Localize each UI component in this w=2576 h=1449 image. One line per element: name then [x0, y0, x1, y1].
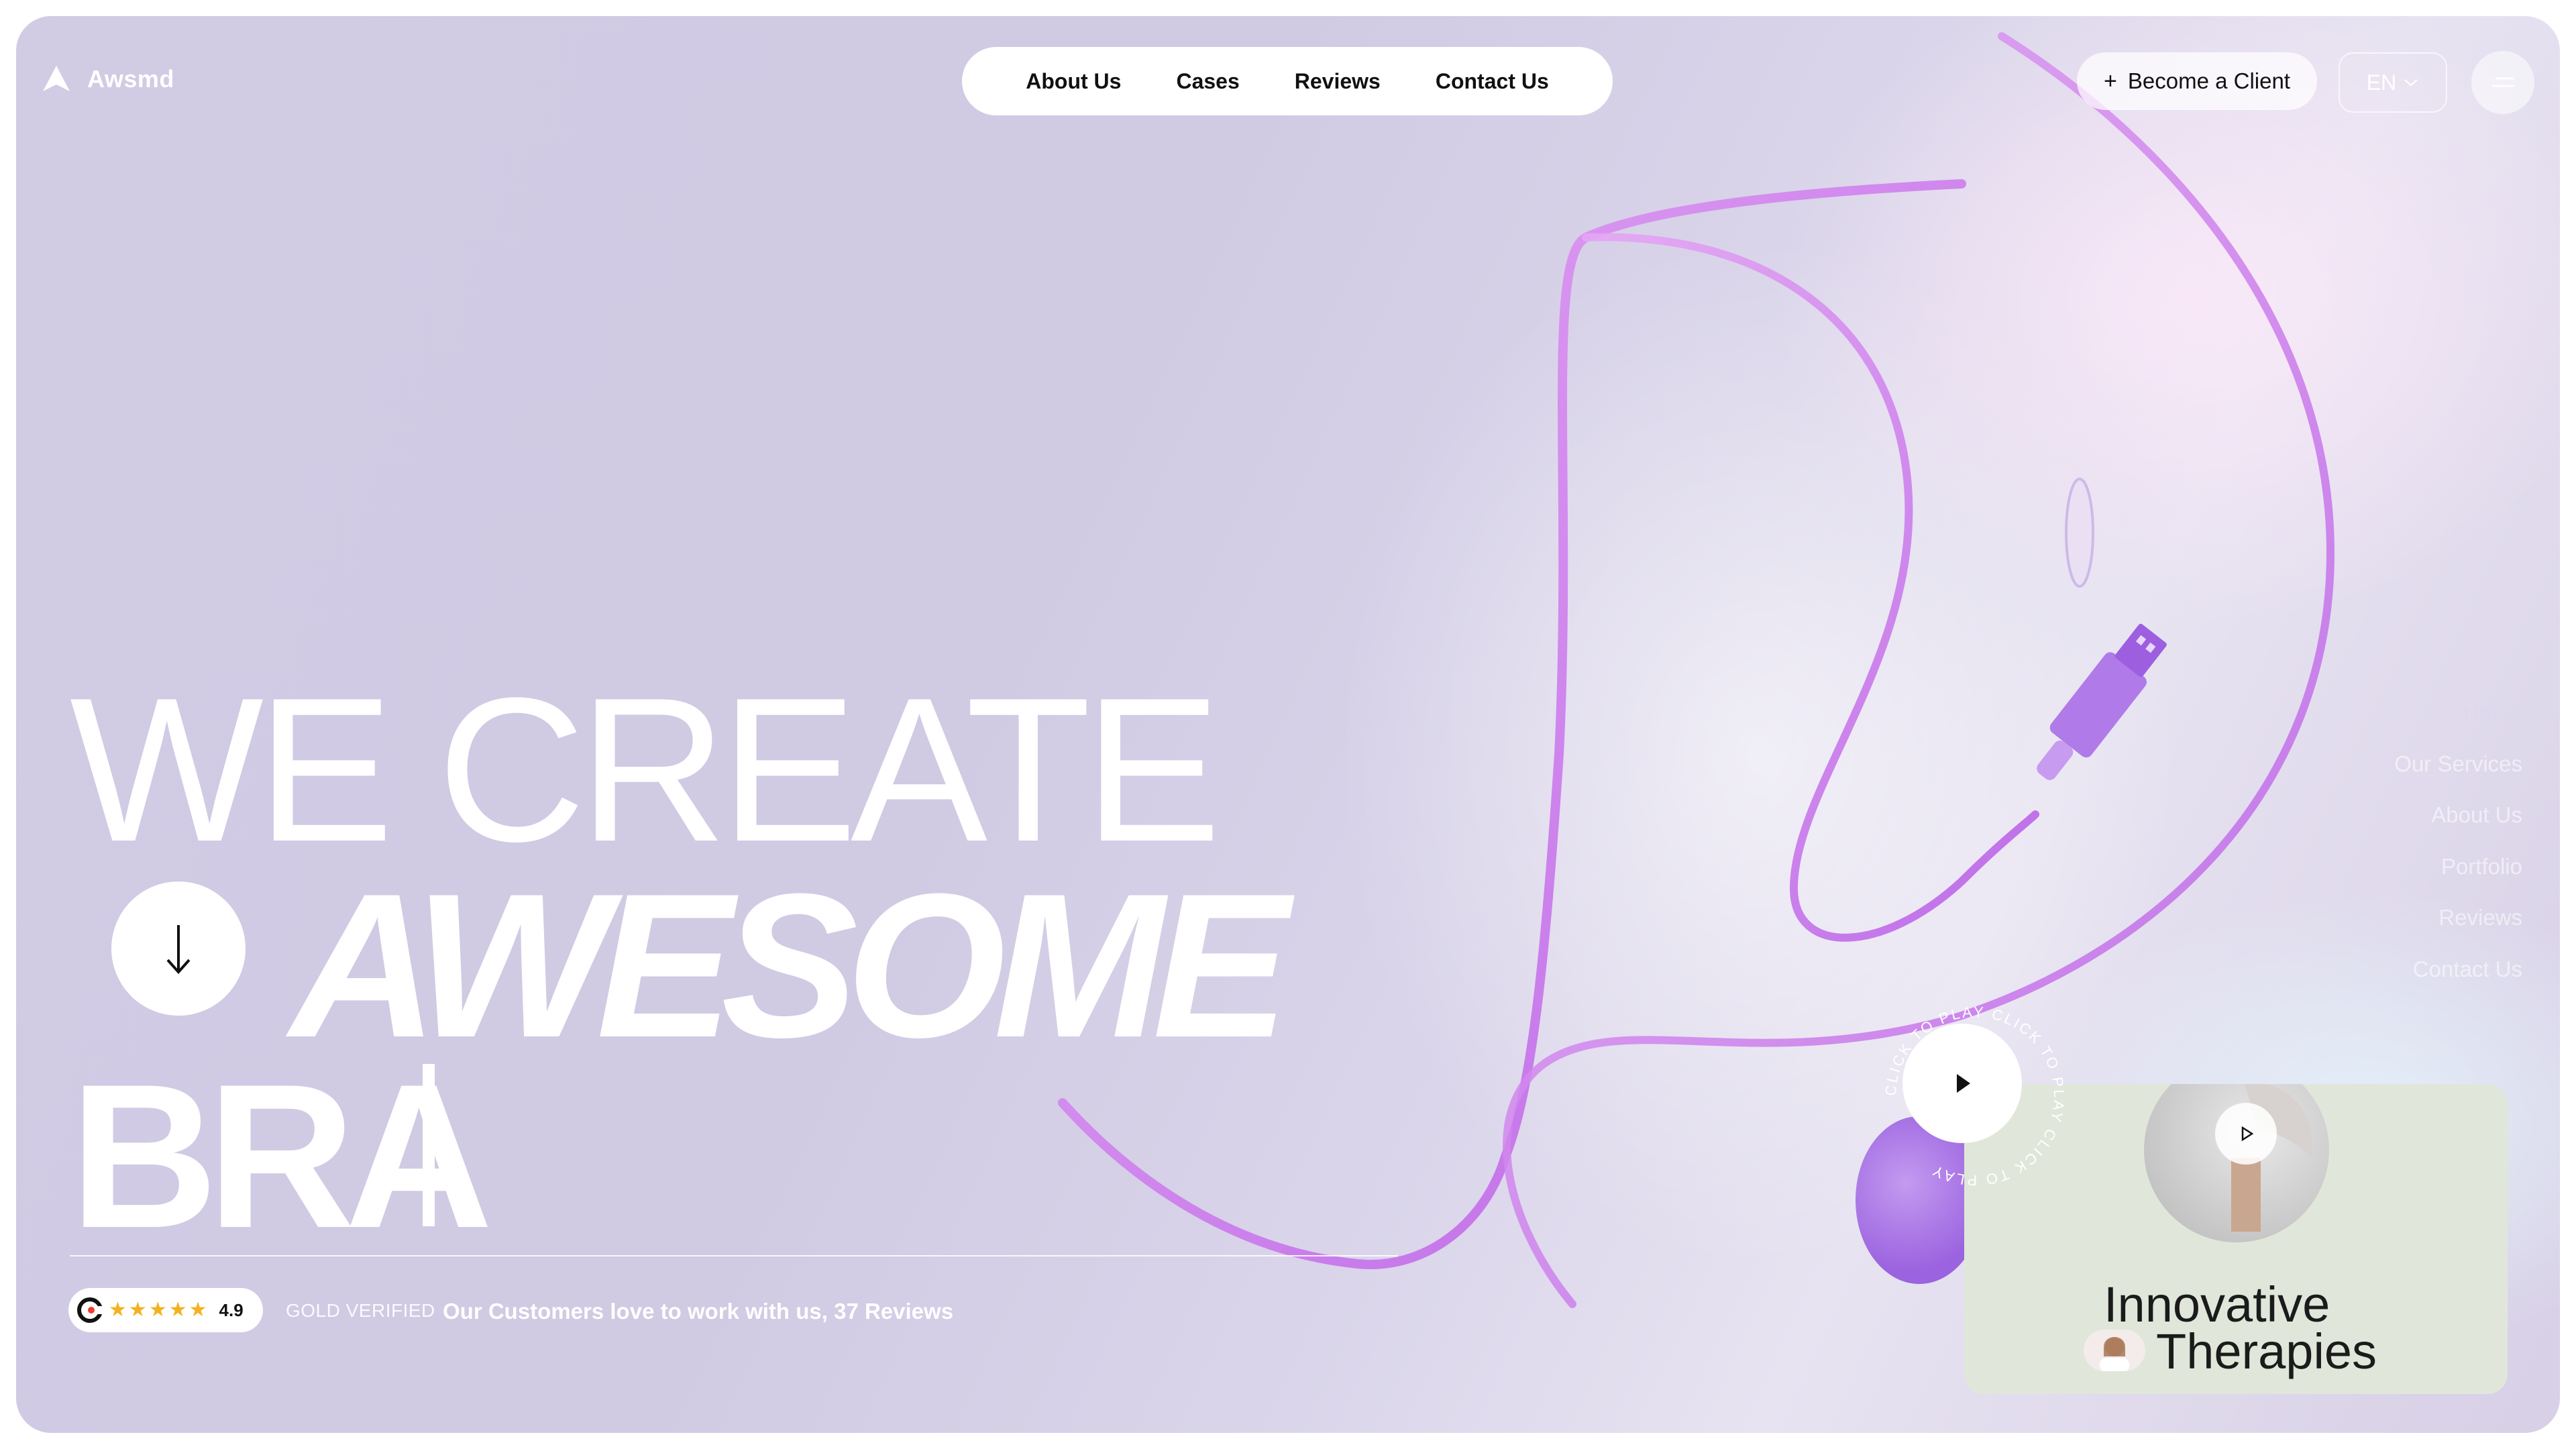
nav-item-about-us[interactable]: About Us — [1026, 69, 1121, 94]
gold-verified-label: GOLD VERIFIED — [286, 1300, 435, 1321]
hero-heading-line-1: WE CREATE — [70, 655, 1221, 884]
arrow-down-icon — [166, 925, 191, 975]
play-video-button[interactable] — [1902, 1024, 2022, 1143]
scroll-down-button[interactable] — [111, 881, 246, 1016]
star-icon: ★ — [168, 1299, 187, 1321]
side-nav-item-our-services[interactable]: Our Services — [2324, 739, 2522, 790]
star-icon: ★ — [109, 1299, 127, 1321]
typing-cursor — [423, 1064, 435, 1226]
nav-item-cases[interactable]: Cases — [1176, 69, 1239, 94]
language-label: EN — [2366, 70, 2397, 95]
become-client-label: Become a Client — [2127, 68, 2290, 93]
card-play-button[interactable] — [2215, 1103, 2277, 1165]
chevron-down-icon — [2404, 79, 2418, 87]
nav-item-contact-us[interactable]: Contact Us — [1436, 69, 1549, 94]
card-title-line-1: Innovative — [2104, 1277, 2330, 1332]
side-nav-item-contact-us[interactable]: Contact Us — [2324, 944, 2522, 996]
side-nav-item-portfolio[interactable]: Portfolio — [2324, 841, 2522, 893]
menu-button[interactable] — [2471, 51, 2534, 114]
avatar — [2084, 1330, 2145, 1371]
rating-badge[interactable]: ★ ★ ★ ★ ★ 4.9 — [68, 1288, 263, 1332]
side-nav-item-reviews[interactable]: Reviews — [2324, 892, 2522, 944]
hero-section: Awsmd About Us Cases Reviews Contact Us … — [16, 16, 2560, 1433]
logo-icon — [43, 66, 70, 91]
rating-score: 4.9 — [219, 1299, 244, 1320]
brand-name: Awsmd — [87, 65, 174, 93]
nav-item-reviews[interactable]: Reviews — [1295, 69, 1381, 94]
side-nav-item-home[interactable]: Home — [2324, 687, 2522, 739]
person-photo — [2100, 1337, 2129, 1371]
become-client-button[interactable]: + Become a Client — [2077, 52, 2317, 110]
play-icon — [2241, 1126, 2254, 1142]
main-nav: About Us Cases Reviews Contact Us — [962, 47, 1613, 115]
card-title-line-2: Therapies — [2156, 1324, 2377, 1379]
divider — [70, 1255, 1398, 1256]
reviews-summary[interactable]: Our Customers love to work with us, 37 R… — [443, 1299, 953, 1324]
hero-heading-line-3: BRA — [70, 1041, 493, 1271]
hero-heading-line-2: AWESOME — [290, 851, 1289, 1080]
menu-icon — [2491, 77, 2514, 87]
star-icon: ★ — [148, 1299, 167, 1321]
star-icon: ★ — [128, 1299, 147, 1321]
play-icon — [1957, 1074, 1970, 1093]
plus-icon: + — [2104, 68, 2117, 94]
rating-stars: ★ ★ ★ ★ ★ — [109, 1300, 207, 1320]
clutch-logo-icon — [77, 1297, 103, 1323]
star-icon: ★ — [189, 1299, 207, 1321]
side-nav: Home Our Services About Us Portfolio Rev… — [2324, 687, 2522, 995]
language-selector[interactable]: EN — [2339, 52, 2447, 113]
brand-logo[interactable]: Awsmd — [39, 64, 174, 94]
side-nav-item-about-us[interactable]: About Us — [2324, 790, 2522, 841]
